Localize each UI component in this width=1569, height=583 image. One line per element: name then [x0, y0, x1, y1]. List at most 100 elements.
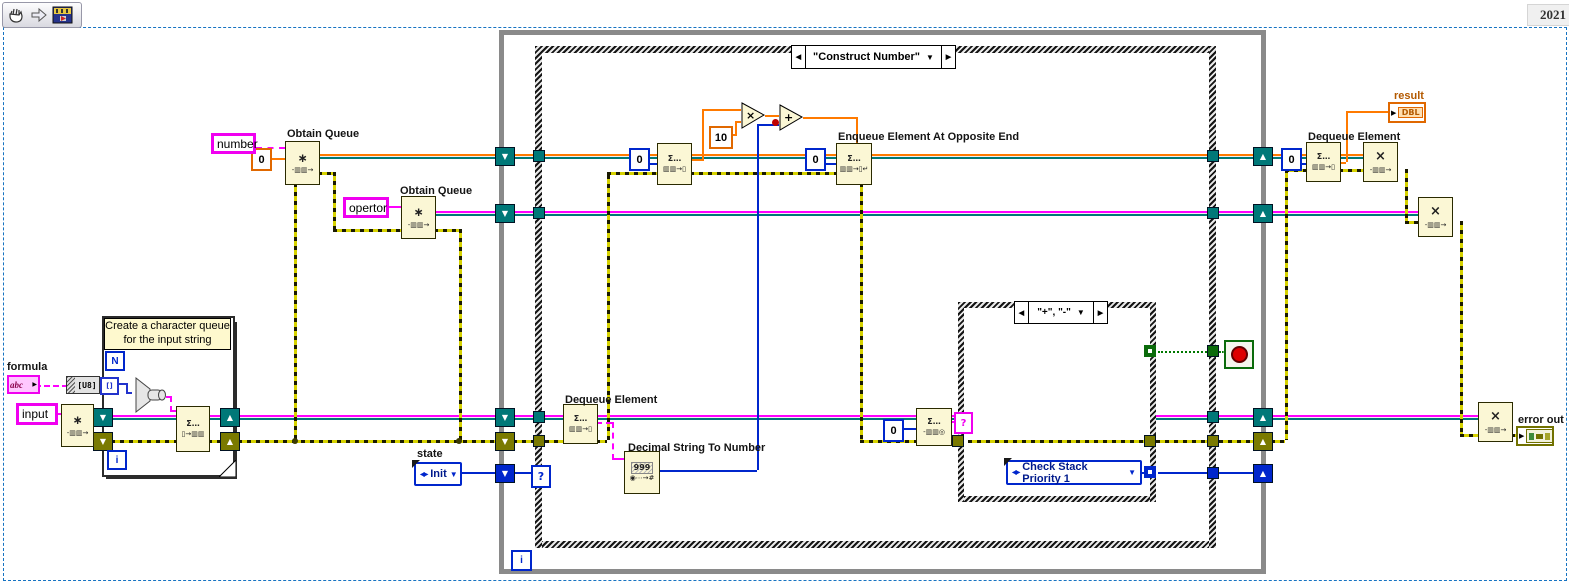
wire-enum[interactable]	[1158, 472, 1209, 474]
for-loop-count-terminal[interactable]: N	[105, 351, 125, 371]
wire-dbl[interactable]	[735, 121, 737, 136]
inner-case-border[interactable]	[958, 302, 964, 502]
case-structure-border[interactable]	[535, 541, 1216, 548]
wire-error[interactable]	[1271, 440, 1285, 443]
wire-error[interactable]	[459, 229, 462, 440]
wire-error[interactable]	[607, 172, 657, 175]
shift-register-left[interactable]: ▼	[93, 432, 113, 451]
wire-dbl[interactable]	[702, 109, 741, 111]
wire-enum[interactable]	[1219, 472, 1253, 474]
position-arrow-tool-icon[interactable]	[29, 5, 49, 25]
while-loop-border-bottom[interactable]	[499, 569, 1266, 574]
wire-string[interactable]	[612, 422, 614, 460]
wire-error[interactable]	[513, 440, 535, 443]
loop-condition-terminal[interactable]	[1224, 340, 1254, 369]
add-node[interactable]: +	[779, 104, 804, 131]
chevron-down-icon[interactable]: ▼	[926, 53, 934, 62]
case-selector-terminal[interactable]: ?	[531, 465, 551, 488]
case-selector-label[interactable]: ◀ "Construct Number"▼ ▶	[791, 45, 956, 69]
state-enum-value[interactable]: Init	[430, 468, 447, 480]
tunnel[interactable]	[1144, 435, 1156, 447]
number-queue-name-control[interactable]: number	[211, 133, 256, 154]
dequeue-element-node[interactable]: Σ… ▥▥→▯	[1306, 142, 1341, 182]
tunnel[interactable]	[1207, 467, 1219, 479]
wire-error[interactable]	[434, 229, 459, 232]
tunnel[interactable]	[533, 207, 545, 219]
next-case-arrow-icon[interactable]: ▶	[1093, 302, 1107, 323]
obtain-queue-node[interactable]: ∗ -▥▥→	[401, 196, 436, 239]
shift-register-left[interactable]: ▼	[93, 408, 113, 427]
tunnel[interactable]	[533, 435, 545, 447]
wire-error[interactable]	[1460, 221, 1463, 434]
wire-error[interactable]	[1219, 440, 1253, 443]
wire-opertor-queue[interactable]	[1271, 211, 1418, 216]
shift-register-right[interactable]: ▲	[1253, 147, 1273, 166]
wire-input-queue[interactable]	[1156, 415, 1209, 420]
release-queue-node[interactable]: × -▥▥→	[1363, 142, 1398, 182]
wire-error[interactable]	[1460, 434, 1478, 437]
while-loop-border-right[interactable]	[1261, 30, 1266, 574]
timeout-constant[interactable]: 0	[883, 419, 904, 442]
wire-opertor-queue[interactable]	[434, 211, 495, 216]
wire-number-queue[interactable]	[870, 154, 1209, 159]
wire-error[interactable]	[1405, 169, 1408, 221]
wire-string[interactable]	[612, 458, 624, 460]
tunnel[interactable]	[1207, 411, 1219, 423]
wire-boolean[interactable]	[1158, 351, 1207, 353]
case-selector-text[interactable]: "+", "-"	[1037, 307, 1071, 318]
byte-array-to-string-node[interactable]	[128, 376, 170, 414]
tunnel-unwired[interactable]	[1144, 466, 1156, 478]
wire-error[interactable]	[1339, 169, 1363, 172]
chevron-down-icon[interactable]: ▼	[1128, 468, 1136, 477]
state-enum-control[interactable]: ◀▶ Init ▼	[414, 462, 462, 486]
case-selector-terminal[interactable]: ?	[954, 412, 973, 434]
wire-input-queue[interactable]	[1271, 415, 1478, 420]
wire-dbl[interactable]	[765, 115, 779, 117]
shift-register-right[interactable]: ▲	[1253, 204, 1273, 223]
case-selector-label[interactable]: ◀ "+", "-" ▼ ▶	[1014, 301, 1108, 324]
enum-increment-icon[interactable]: ◀▶	[420, 471, 427, 478]
wire-int[interactable]	[757, 124, 759, 470]
shift-register-left[interactable]: ▼	[495, 147, 515, 166]
decimal-string-to-number-node[interactable]: 999 ◉⋯→#	[624, 451, 660, 494]
tunnel[interactable]	[533, 411, 545, 423]
dequeue-element-node[interactable]: Σ… ▥▥→▯	[657, 143, 692, 185]
chevron-down-icon[interactable]: ▼	[450, 470, 458, 479]
while-loop-iteration-terminal[interactable]: i	[511, 550, 532, 571]
shift-register-right[interactable]: ▲	[1253, 432, 1273, 451]
for-loop-iteration-terminal[interactable]: i	[107, 450, 127, 470]
obtain-queue-node[interactable]: ∗ -▥▥→	[285, 141, 320, 185]
wire-number-queue[interactable]	[1339, 154, 1363, 159]
previous-case-arrow-icon[interactable]: ◀	[1015, 302, 1029, 323]
string-to-byte-array-node[interactable]: [U8]	[66, 376, 100, 394]
tunnel[interactable]	[1207, 435, 1219, 447]
while-loop-border-left[interactable]	[499, 30, 504, 574]
wire-input-queue[interactable]	[545, 415, 563, 420]
wire-input-queue[interactable]	[513, 415, 535, 420]
while-loop-border-top[interactable]	[499, 30, 1266, 35]
shift-register-right[interactable]: ▲	[1253, 464, 1273, 483]
wire-string[interactable]	[389, 206, 401, 208]
wire-dbl[interactable]	[702, 109, 704, 161]
wire-dbl[interactable]	[1346, 111, 1388, 113]
inner-case-border[interactable]	[958, 496, 1156, 502]
wire-number-queue[interactable]	[1219, 154, 1253, 159]
operate-hand-tool-icon[interactable]	[6, 5, 26, 25]
result-indicator[interactable]: ▶ DBL	[1388, 102, 1426, 123]
shift-register-left[interactable]: ▼	[495, 432, 515, 451]
obtain-queue-node[interactable]: ∗ -▥▥→	[61, 404, 94, 447]
wire-enum[interactable]	[513, 472, 533, 474]
priority-enum-constant[interactable]: ◀▶ Check Stack Priority 1 ▼	[1006, 460, 1142, 485]
wire-string[interactable]	[596, 422, 612, 424]
wire-int[interactable]	[658, 470, 757, 472]
wire-input-queue[interactable]	[596, 415, 916, 420]
tunnel[interactable]	[533, 150, 545, 162]
timeout-constant[interactable]: 0	[805, 148, 826, 171]
shift-register-left[interactable]: ▼	[495, 464, 515, 483]
auto-index-tunnel[interactable]: []	[100, 377, 119, 395]
release-queue-node[interactable]: × -▥▥→	[1418, 197, 1453, 237]
timeout-constant[interactable]: 0	[629, 148, 650, 171]
chevron-down-icon[interactable]: ▼	[1077, 308, 1085, 317]
tunnel[interactable]	[1207, 207, 1219, 219]
tunnel[interactable]	[1207, 345, 1219, 357]
